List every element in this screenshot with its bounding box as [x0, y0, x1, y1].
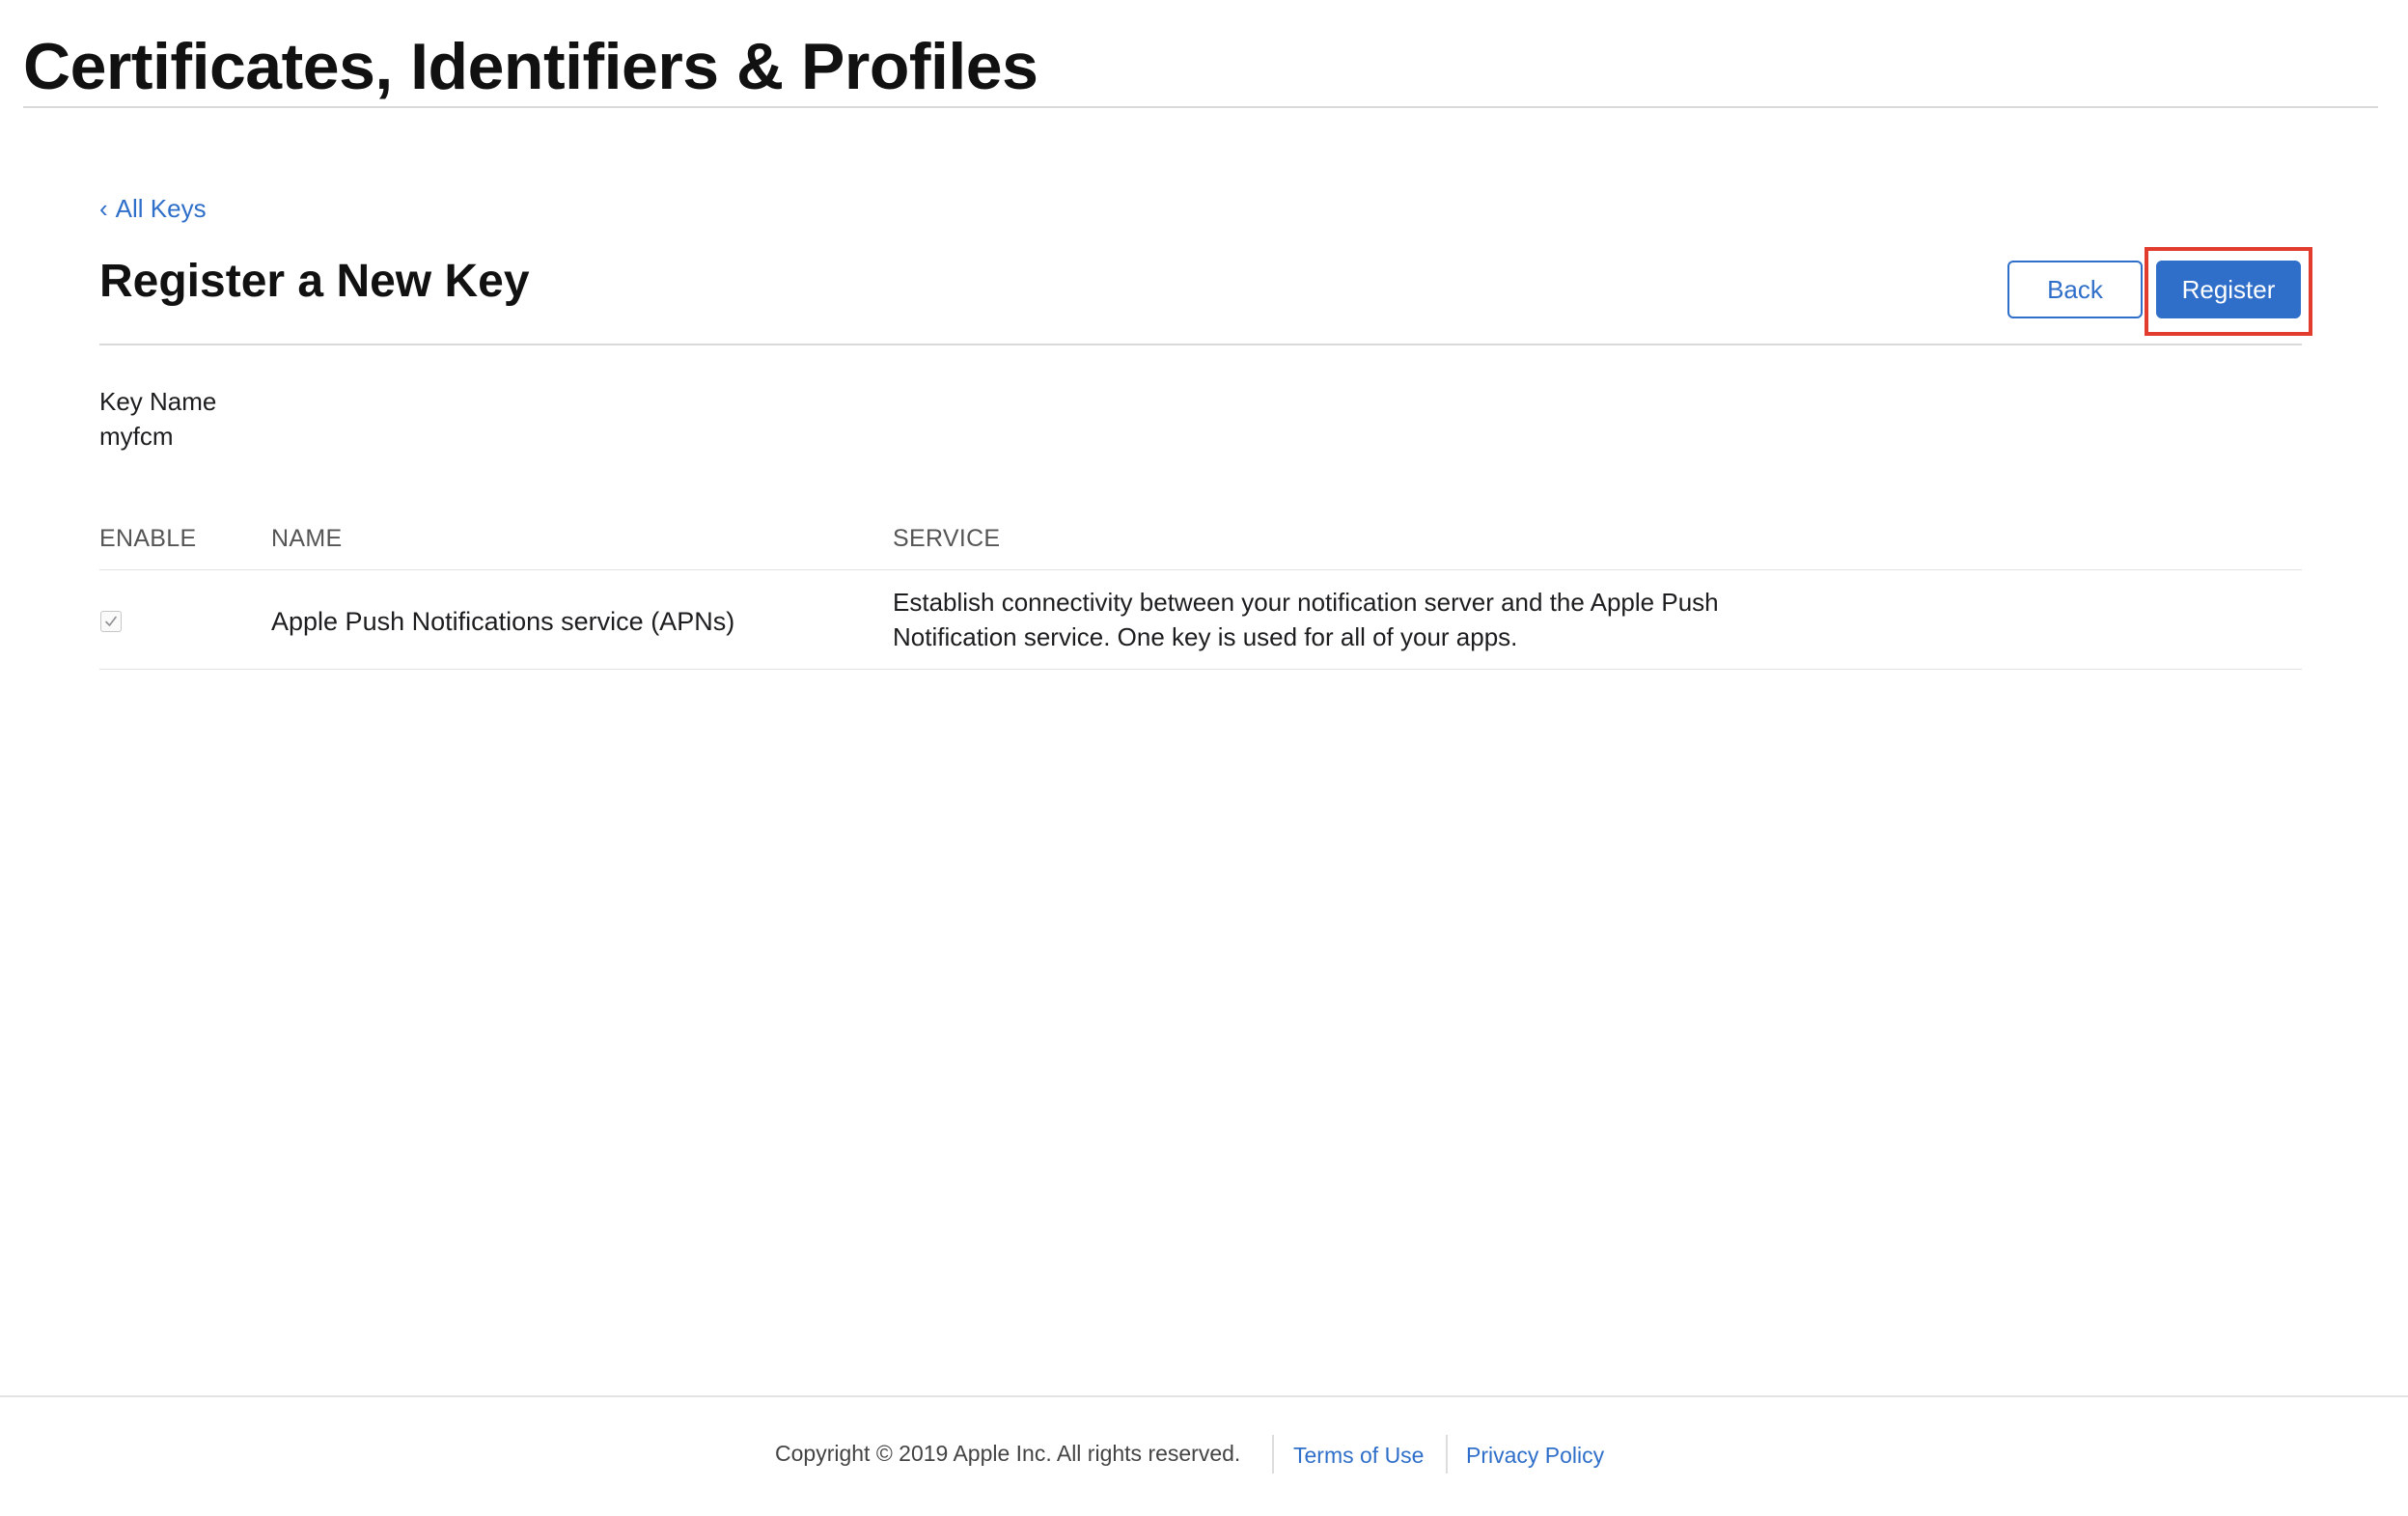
- key-name-value: myfcm: [99, 422, 174, 451]
- breadcrumb-label: All Keys: [115, 194, 207, 223]
- footer-divider: [0, 1395, 2408, 1397]
- footer-separator: [1446, 1435, 1448, 1474]
- table-divider: [99, 569, 2302, 570]
- footer: Copyright © 2019 Apple Inc. All rights r…: [0, 1435, 2408, 1476]
- service-description: Establish connectivity between your noti…: [893, 588, 1719, 651]
- enable-checkbox[interactable]: [100, 611, 122, 632]
- chevron-left-icon: ‹: [99, 194, 108, 223]
- column-header-enable: ENABLE: [99, 525, 197, 552]
- key-name-label: Key Name: [99, 387, 217, 416]
- breadcrumb-all-keys[interactable]: ‹ All Keys: [99, 191, 207, 226]
- checkmark-icon: [105, 616, 117, 626]
- service-name: Apple Push Notifications service (APNs): [271, 607, 735, 636]
- copyright-text: Copyright © 2019 Apple Inc. All rights r…: [775, 1441, 1241, 1466]
- terms-of-use-link[interactable]: Terms of Use: [1293, 1440, 1424, 1471]
- privacy-policy-link[interactable]: Privacy Policy: [1466, 1440, 1604, 1471]
- page-heading: Register a New Key: [99, 256, 530, 307]
- header-divider: [99, 344, 2302, 345]
- table-divider: [99, 669, 2302, 670]
- register-button[interactable]: Register: [2156, 261, 2301, 318]
- column-header-service: SERVICE: [893, 525, 1001, 552]
- footer-separator: [1272, 1435, 1274, 1474]
- page: Certificates, Identifiers & Profiles ‹ Al…: [0, 0, 2408, 1516]
- back-button[interactable]: Back: [2007, 261, 2143, 318]
- app-title: Certificates, Identifiers & Profiles: [23, 30, 1038, 103]
- app-header: Certificates, Identifiers & Profiles: [23, 27, 2378, 108]
- column-header-name: NAME: [271, 525, 343, 552]
